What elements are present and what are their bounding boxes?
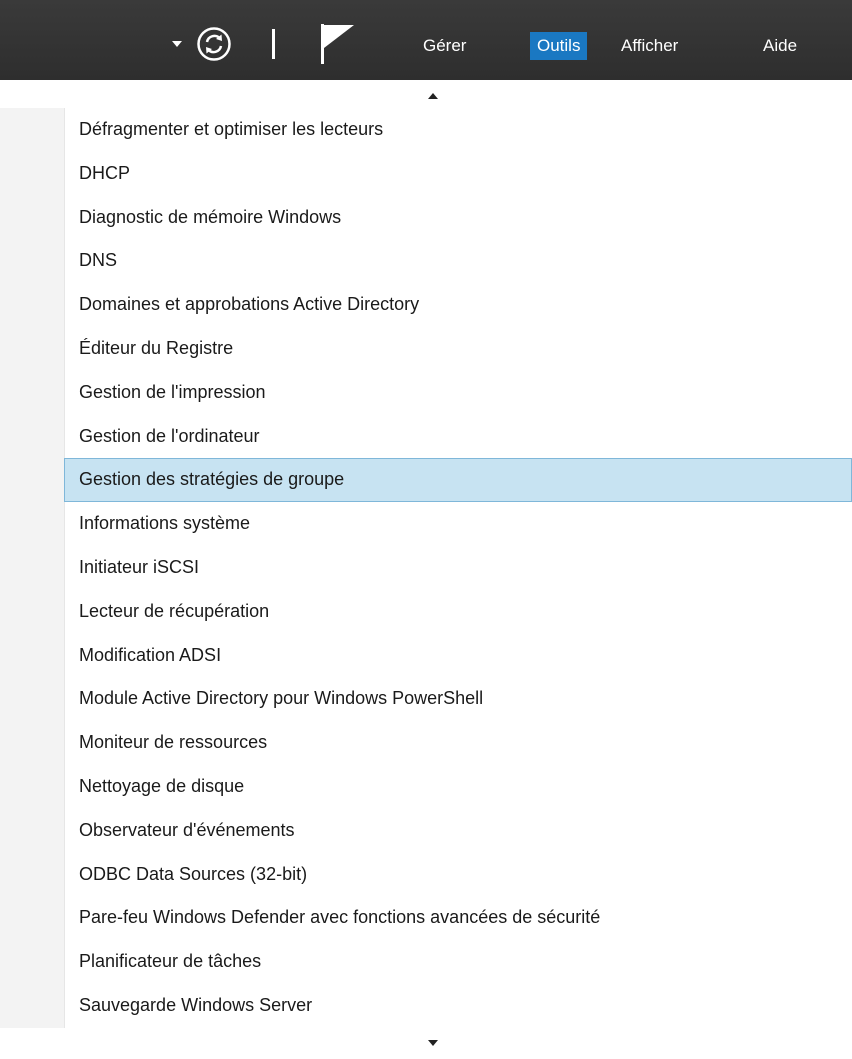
- menu-item-pare-feu-defender[interactable]: Pare-feu Windows Defender avec fonctions…: [0, 896, 852, 940]
- menu-item-lecteur-recuperation[interactable]: Lecteur de récupération: [0, 590, 852, 634]
- menu-item-diagnostic-memoire[interactable]: Diagnostic de mémoire Windows: [0, 196, 852, 240]
- menu-item-nettoyage-disque[interactable]: Nettoyage de disque: [0, 765, 852, 809]
- menu-afficher[interactable]: Afficher: [614, 32, 685, 60]
- tools-menu-list: Défragmenter et optimiser les lecteurs D…: [0, 108, 852, 1028]
- menu-item-dhcp[interactable]: DHCP: [0, 152, 852, 196]
- menu-item-sauvegarde-windows-server[interactable]: Sauvegarde Windows Server: [0, 984, 852, 1028]
- menu-outils[interactable]: Outils: [530, 32, 588, 60]
- toolbar-separator: [272, 29, 275, 59]
- server-manager-toolbar: Gérer Outils Afficher Aide: [0, 0, 852, 80]
- menu-item-moniteur-ressources[interactable]: Moniteur de ressources: [0, 721, 852, 765]
- menu-item-gestion-strategies-groupe[interactable]: Gestion des stratégies de groupe: [64, 458, 852, 503]
- menu-aide[interactable]: Aide: [756, 32, 804, 60]
- menu-item-dns[interactable]: DNS: [0, 239, 852, 283]
- menu-item-odbc-32bit[interactable]: ODBC Data Sources (32-bit): [0, 853, 852, 897]
- menu-item-defragmenter[interactable]: Défragmenter et optimiser les lecteurs: [0, 108, 852, 152]
- menu-item-planificateur-taches[interactable]: Planificateur de tâches: [0, 940, 852, 984]
- menu-item-domaines-approbations[interactable]: Domaines et approbations Active Director…: [0, 283, 852, 327]
- scroll-up-arrow-icon[interactable]: [426, 89, 440, 103]
- menu-item-module-ad-powershell[interactable]: Module Active Directory pour Windows Pow…: [0, 677, 852, 721]
- menu-item-gestion-ordinateur[interactable]: Gestion de l'ordinateur: [0, 415, 852, 459]
- tools-dropdown-menu: Défragmenter et optimiser les lecteurs D…: [0, 80, 852, 1059]
- menu-gerer[interactable]: Gérer: [416, 32, 473, 60]
- menu-item-initiateur-iscsi[interactable]: Initiateur iSCSI: [0, 546, 852, 590]
- refresh-icon[interactable]: [196, 26, 232, 62]
- flag-icon[interactable]: [318, 22, 358, 66]
- menu-item-modification-adsi[interactable]: Modification ADSI: [0, 634, 852, 678]
- menu-item-observateur-evenements[interactable]: Observateur d'événements: [0, 809, 852, 853]
- menu-item-informations-systeme[interactable]: Informations système: [0, 502, 852, 546]
- caret-down-icon[interactable]: [163, 30, 191, 58]
- scroll-down-arrow-icon[interactable]: [426, 1036, 440, 1050]
- menu-item-editeur-registre[interactable]: Éditeur du Registre: [0, 327, 852, 371]
- menu-item-gestion-impression[interactable]: Gestion de l'impression: [0, 371, 852, 415]
